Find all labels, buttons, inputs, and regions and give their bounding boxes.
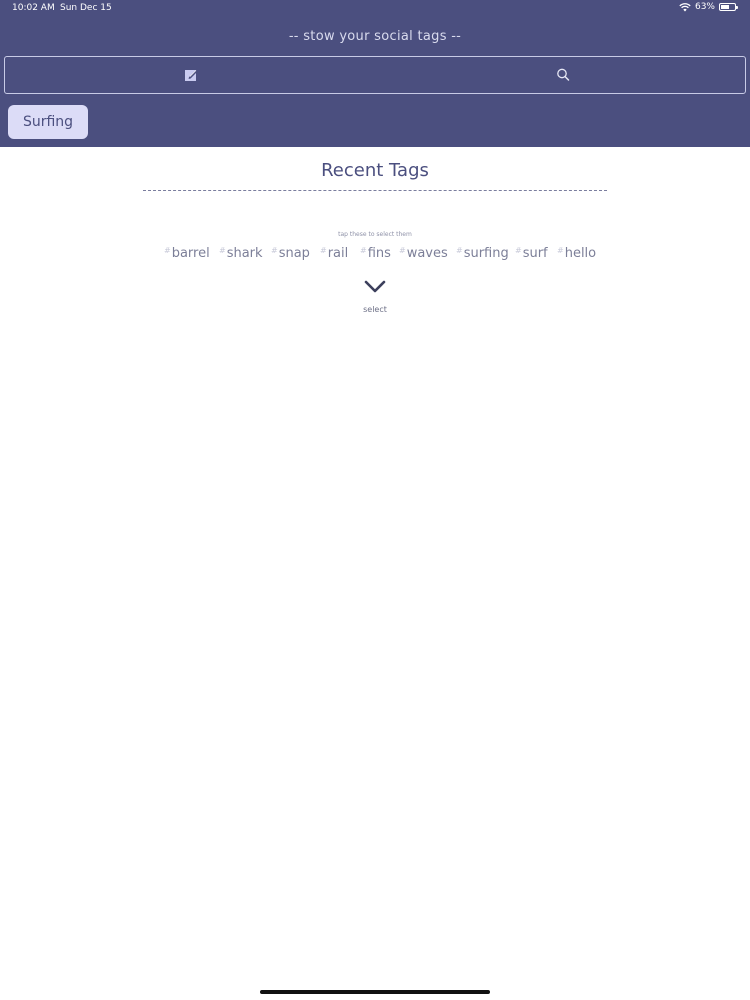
tag-item[interactable]: #waves [399, 246, 448, 261]
select-label: select [363, 305, 387, 314]
recent-tags-title: Recent Tags [321, 160, 429, 181]
selected-tag-chip[interactable]: Surfing [8, 105, 88, 139]
tag-item[interactable]: #surfing [456, 246, 509, 261]
recent-tags-list: #barrel #shark #snap #rail #fins #waves … [0, 246, 750, 266]
tag-item[interactable]: #fins [360, 246, 391, 261]
status-date: Sun Dec 15 [60, 3, 112, 13]
tag-item[interactable]: #surf [515, 246, 548, 261]
status-indicators: 63% [679, 2, 738, 12]
home-indicator[interactable] [260, 990, 490, 994]
battery-icon [719, 3, 738, 11]
battery-percentage: 63% [694, 2, 715, 12]
edit-icon [185, 69, 198, 81]
app-tagline: -- stow your social tags -- [288, 29, 462, 44]
edit-button[interactable] [181, 65, 201, 85]
tag-item[interactable]: #snap [271, 246, 310, 261]
battery-level [721, 5, 730, 9]
chevron-down-icon [364, 280, 386, 293]
search-button[interactable] [553, 65, 573, 85]
search-icon [557, 68, 570, 81]
tag-item[interactable]: #rail [320, 246, 348, 261]
select-chevron-button[interactable] [363, 279, 387, 295]
status-bar: 10:02 AM Sun Dec 15 63% [0, 0, 750, 18]
tags-hint: tap these to select them [338, 231, 412, 238]
wifi-icon [679, 3, 691, 12]
status-time: 10:02 AM [12, 3, 55, 13]
tag-item[interactable]: #hello [557, 246, 596, 261]
app-header: 10:02 AM Sun Dec 15 63% -- stow your soc… [0, 0, 750, 147]
tag-item[interactable]: #barrel [164, 246, 210, 261]
title-divider [143, 190, 607, 191]
tag-action-bar [4, 56, 746, 94]
tag-item[interactable]: #shark [219, 246, 263, 261]
